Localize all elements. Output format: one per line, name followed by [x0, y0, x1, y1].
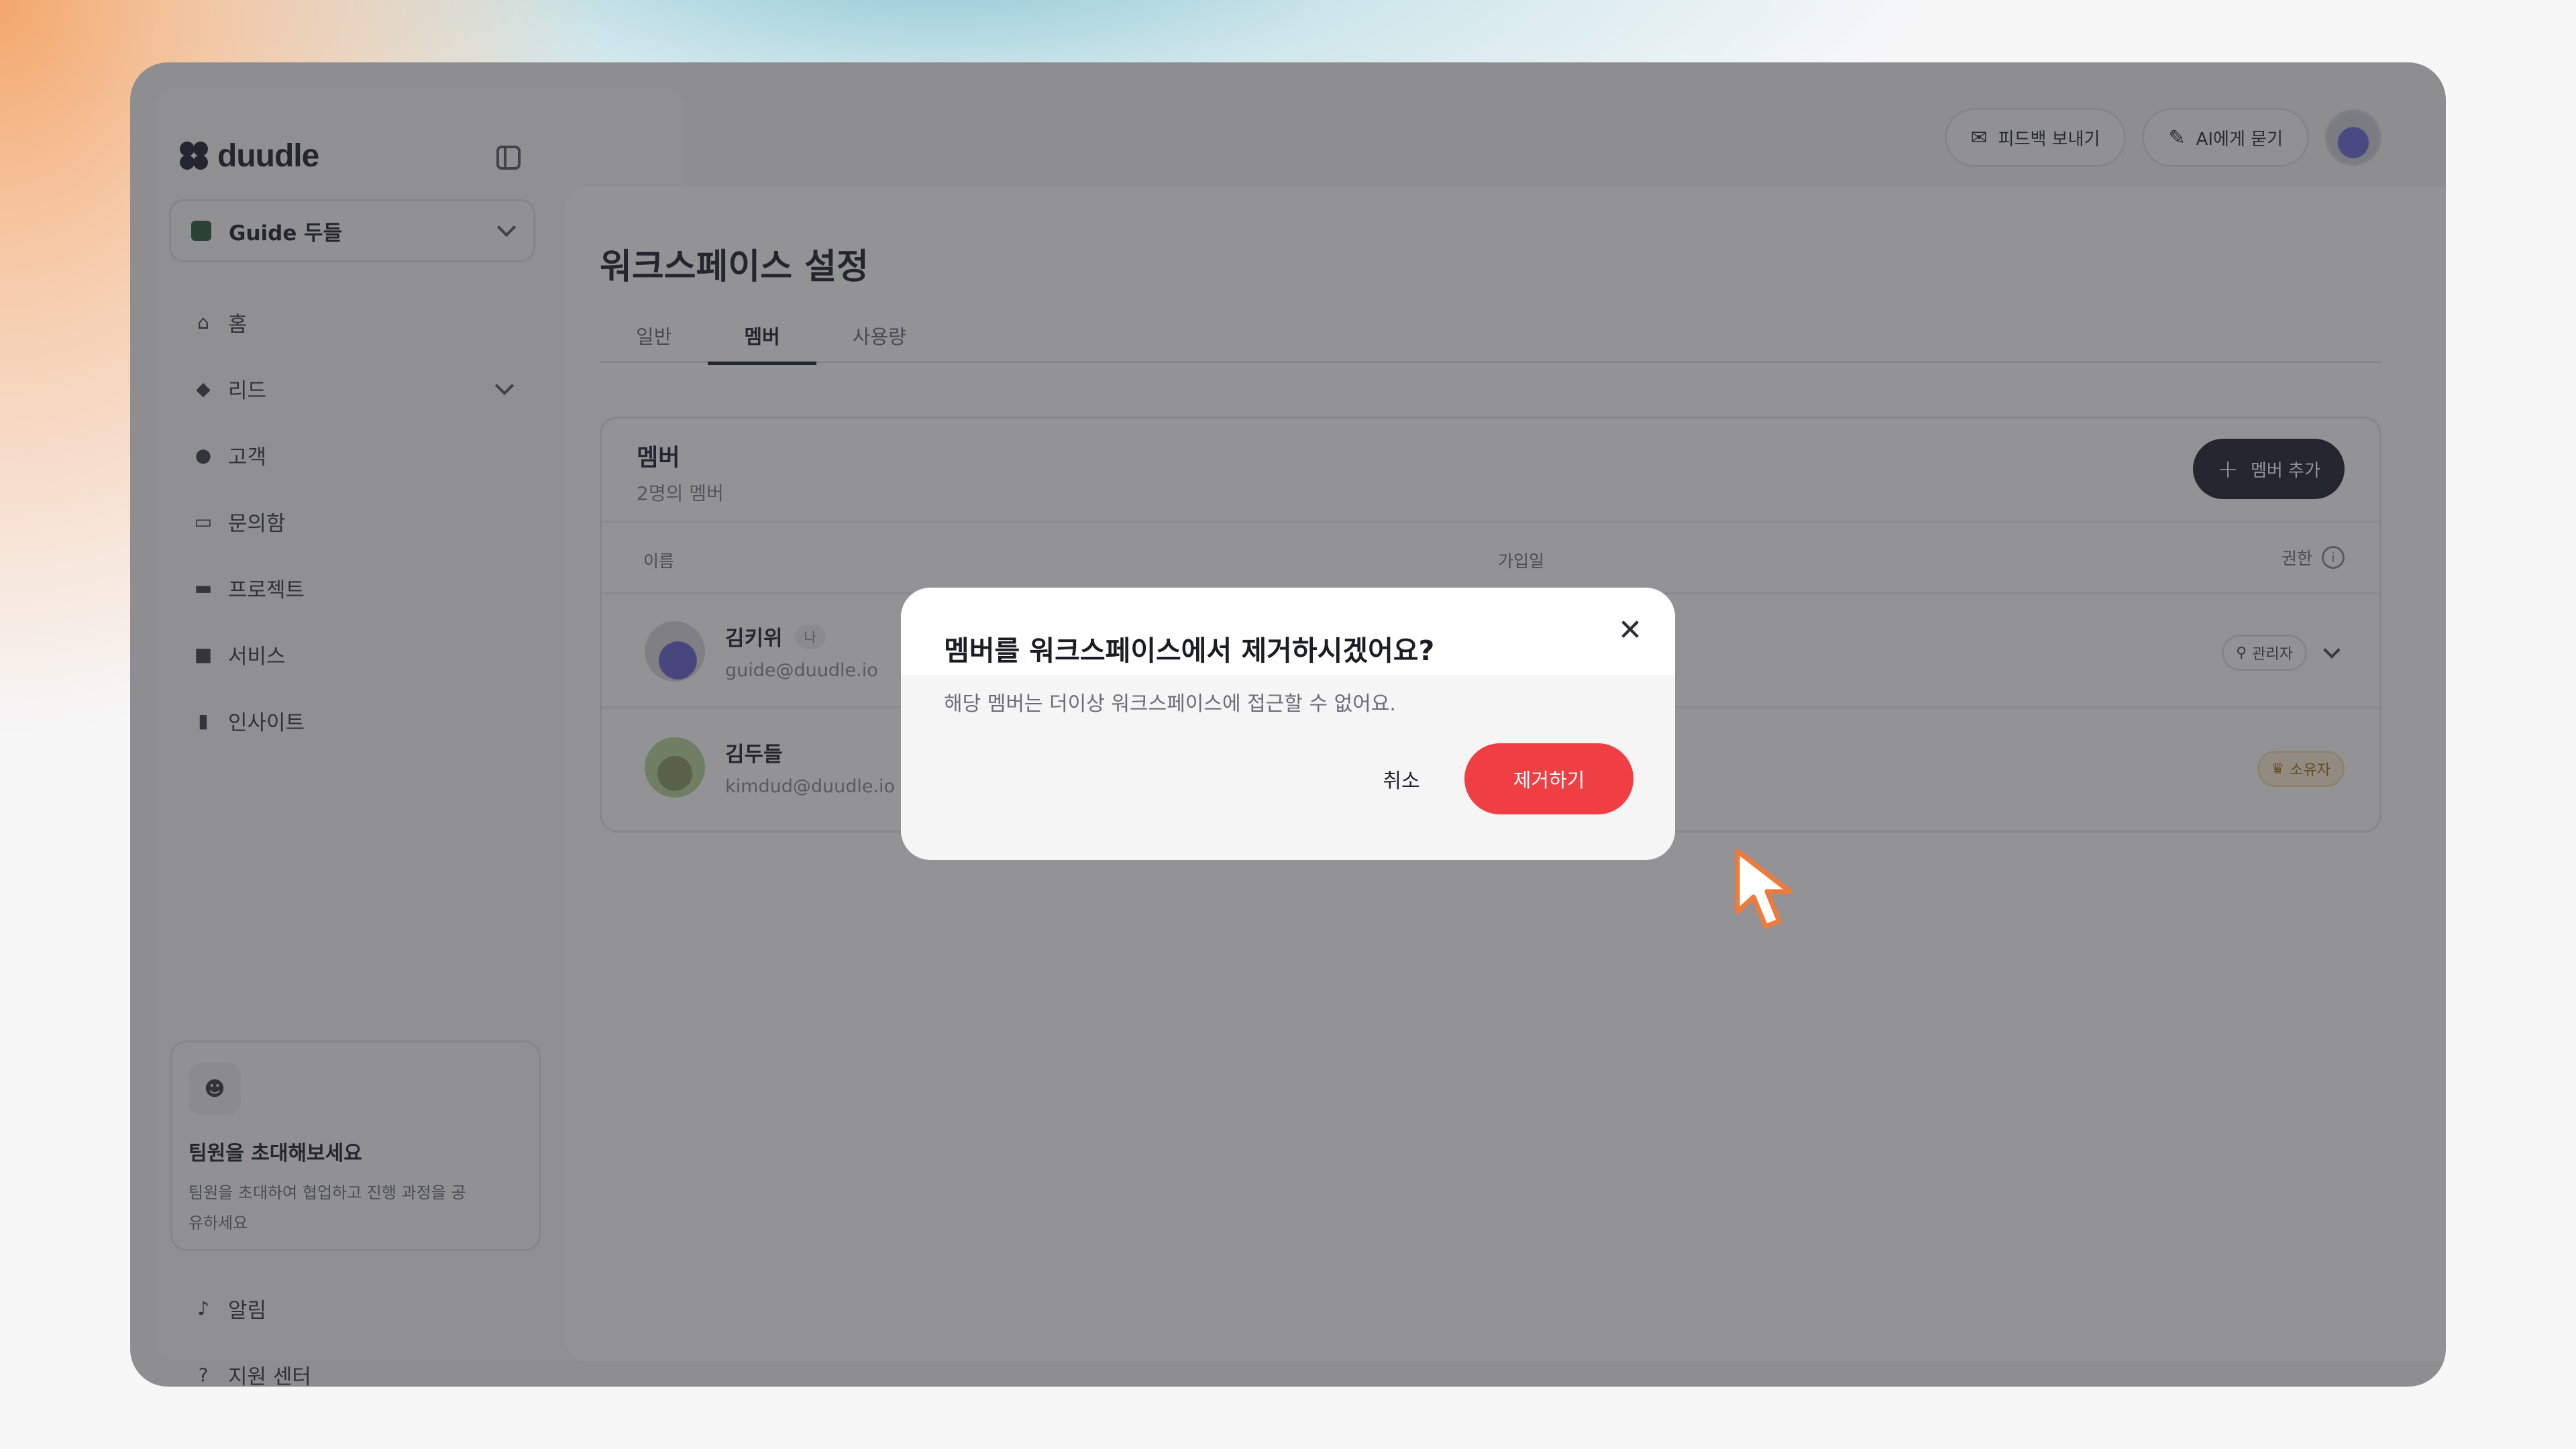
remove-button[interactable]: 제거하기: [1464, 743, 1633, 814]
close-icon[interactable]: ✕: [1613, 613, 1647, 647]
dialog-title: 멤버를 워크스페이스에서 제거하시겠어요?: [944, 635, 1435, 667]
cursor-pointer-icon: [1735, 849, 1792, 929]
remove-member-dialog: 멤버를 워크스페이스에서 제거하시겠어요? ✕ 해당 멤버는 더이상 워크스페이…: [901, 588, 1675, 860]
cancel-button[interactable]: 취소: [1357, 743, 1446, 814]
dialog-description: 해당 멤버는 더이상 워크스페이스에 접근할 수 없어요.: [944, 692, 1396, 716]
app-window: duudle Guide 두들 ⌂ 홈 ◆ 리드 ● 고객 ▭: [130, 62, 2446, 1387]
